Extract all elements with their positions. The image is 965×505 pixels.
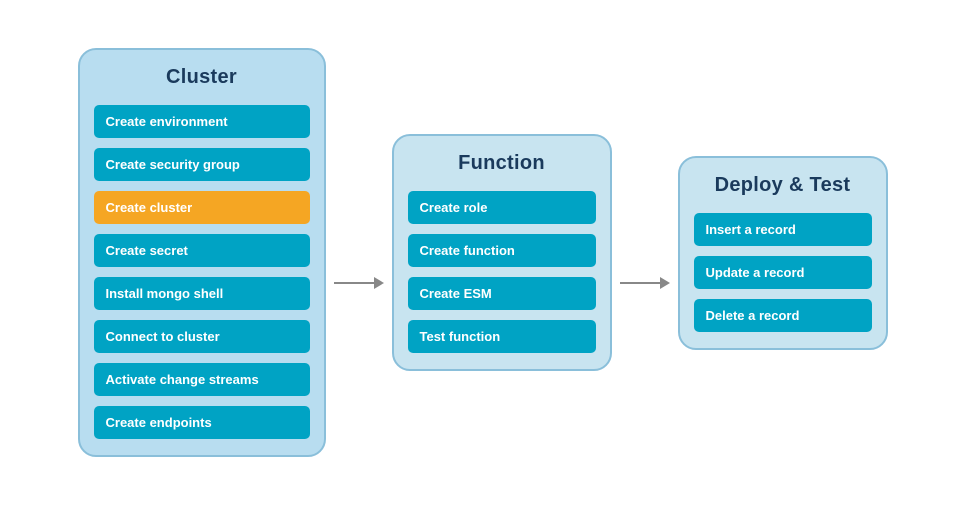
cluster-item-3[interactable]: Create secret <box>94 234 310 267</box>
cluster-item-5[interactable]: Connect to cluster <box>94 320 310 353</box>
function-item-3[interactable]: Test function <box>408 320 596 353</box>
arrow-2-shape <box>620 277 670 289</box>
cluster-item-1[interactable]: Create security group <box>94 148 310 181</box>
cluster-panel: Cluster Create environment Create securi… <box>78 48 326 457</box>
cluster-item-2[interactable]: Create cluster <box>94 191 310 224</box>
arrow-1-line <box>334 282 374 284</box>
arrow-1 <box>326 277 392 289</box>
cluster-item-6[interactable]: Activate change streams <box>94 363 310 396</box>
function-item-2[interactable]: Create ESM <box>408 277 596 310</box>
cluster-item-4[interactable]: Install mongo shell <box>94 277 310 310</box>
deploy-item-0[interactable]: Insert a record <box>694 213 872 246</box>
deploy-item-2[interactable]: Delete a record <box>694 299 872 332</box>
arrow-2-line <box>620 282 660 284</box>
arrow-1-head <box>374 277 384 289</box>
function-title: Function <box>458 152 545 175</box>
function-panel: Function Create role Create function Cre… <box>392 134 612 371</box>
cluster-title: Cluster <box>166 66 237 89</box>
deploy-item-1[interactable]: Update a record <box>694 256 872 289</box>
arrow-2 <box>612 277 678 289</box>
function-item-0[interactable]: Create role <box>408 191 596 224</box>
cluster-item-0[interactable]: Create environment <box>94 105 310 138</box>
function-item-1[interactable]: Create function <box>408 234 596 267</box>
arrow-1-shape <box>334 277 384 289</box>
arrow-2-head <box>660 277 670 289</box>
cluster-item-7[interactable]: Create endpoints <box>94 406 310 439</box>
deploy-title: Deploy & Test <box>715 174 851 197</box>
deploy-panel: Deploy & Test Insert a record Update a r… <box>678 156 888 350</box>
diagram-container: Cluster Create environment Create securi… <box>58 28 908 477</box>
